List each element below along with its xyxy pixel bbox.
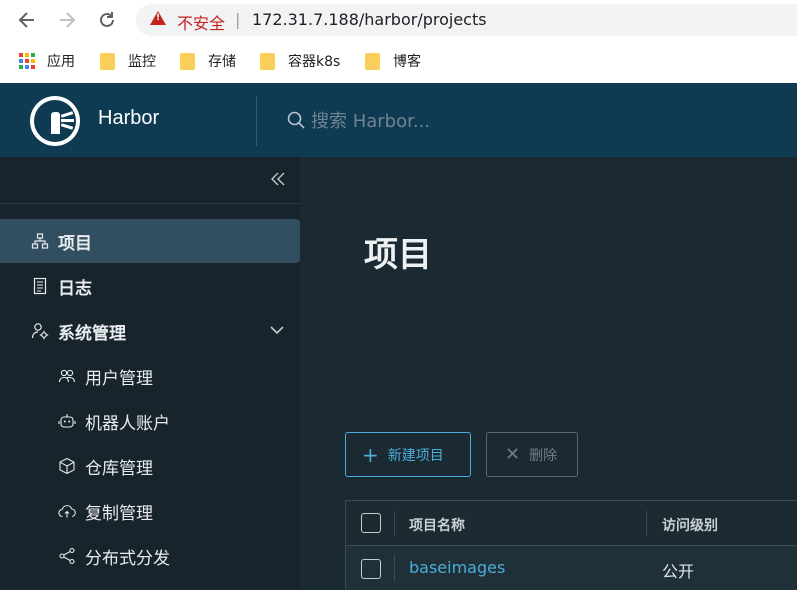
sidebar-item-label: 机器人账户: [85, 413, 170, 434]
folder-icon: [365, 52, 380, 70]
sidebar-item-label: 项目: [58, 233, 92, 254]
sidebar-item-label: 日志: [58, 278, 92, 299]
sidebar-item-replications[interactable]: 复制管理: [0, 489, 300, 533]
address-bar[interactable]: 不安全 | 172.31.7.188/harbor/projects: [136, 4, 797, 36]
admin-gear-icon: [31, 323, 49, 340]
delete-button[interactable]: ✕ 删除: [486, 432, 578, 477]
access-level-cell: 公开: [662, 562, 695, 581]
column-separator: [394, 554, 395, 582]
table-header: 项目名称 访问级别: [346, 501, 797, 546]
column-separator[interactable]: [646, 511, 647, 536]
sidebar: 项目 日志 系统管理 用户管理 机器人账户 仓库管理 复制管理 分布式分发: [0, 157, 300, 589]
warning-triangle-icon: [150, 11, 166, 25]
sidebar-item-label: 仓库管理: [85, 458, 153, 479]
brand-name[interactable]: Harbor: [98, 107, 159, 130]
bookmarks-bar: 应用 监控 存储 容器k8s 博客: [0, 44, 797, 78]
row-checkbox[interactable]: [361, 559, 381, 579]
folder-icon: [180, 52, 195, 70]
column-separator: [394, 511, 395, 536]
sidebar-item-logs[interactable]: 日志: [0, 264, 300, 308]
sidebar-item-administration[interactable]: 系统管理: [0, 309, 300, 353]
sidebar-divider: [0, 203, 300, 204]
sidebar-item-label: 复制管理: [85, 503, 153, 524]
folder-icon: [100, 52, 115, 70]
apps-grid-icon: [19, 53, 35, 69]
security-status[interactable]: 不安全: [177, 10, 225, 34]
sidebar-item-robot-accounts[interactable]: 机器人账户: [0, 399, 300, 443]
app-header: Harbor: [0, 83, 797, 157]
new-project-label: 新建项目: [387, 447, 444, 464]
sidebar-item-users[interactable]: 用户管理: [0, 354, 300, 398]
select-all-checkbox[interactable]: [361, 513, 381, 533]
column-header-access-level[interactable]: 访问级别: [662, 515, 718, 535]
sidebar-item-label: 系统管理: [58, 323, 126, 344]
delete-label: 删除: [529, 447, 558, 464]
column-header-project-name[interactable]: 项目名称: [409, 515, 465, 535]
bookmark-folder-storage[interactable]: 存储: [180, 50, 236, 72]
folder-icon: [260, 52, 275, 70]
new-project-button[interactable]: + 新建项目: [345, 432, 471, 477]
bookmark-folder-monitor[interactable]: 监控: [100, 50, 156, 72]
plus-icon: +: [362, 442, 379, 467]
share-icon: [59, 547, 75, 565]
close-icon: ✕: [505, 443, 521, 465]
reload-icon[interactable]: [93, 6, 121, 34]
bookmark-label: 博客: [393, 54, 421, 70]
double-chevron-left-icon[interactable]: [266, 167, 290, 191]
global-search-input[interactable]: [311, 107, 611, 135]
bookmark-label: 容器k8s: [288, 54, 341, 70]
bookmark-folder-k8s[interactable]: 容器k8s: [260, 50, 340, 72]
sidebar-item-label: 用户管理: [85, 368, 153, 389]
project-name-link[interactable]: baseimages: [409, 558, 505, 577]
sidebar-item-distributions[interactable]: 分布式分发: [0, 534, 300, 578]
table-row: baseimages 公开: [346, 546, 797, 590]
forward-arrow-icon[interactable]: [53, 6, 81, 34]
users-icon: [58, 369, 76, 383]
bookmark-label: 存储: [208, 54, 236, 70]
bookmark-folder-blog[interactable]: 博客: [365, 50, 421, 72]
address-separator: |: [235, 10, 241, 29]
sidebar-item-registries[interactable]: 仓库管理: [0, 444, 300, 488]
search-icon: [287, 111, 305, 129]
browser-chrome: 不安全 | 172.31.7.188/harbor/projects 应用 监控…: [0, 0, 797, 83]
bookmark-apps[interactable]: 应用: [19, 50, 75, 72]
sidebar-item-projects[interactable]: 项目: [0, 219, 300, 263]
url-text[interactable]: 172.31.7.188/harbor/projects: [252, 10, 487, 29]
cloud-sync-icon: [58, 505, 76, 518]
bookmark-label: 应用: [47, 54, 75, 70]
sidebar-item-label: 分布式分发: [85, 548, 170, 569]
log-icon: [33, 277, 47, 295]
bookmark-label: 监控: [128, 54, 156, 70]
page-title: 项目: [364, 235, 432, 275]
projects-table: 项目名称 访问级别 baseimages 公开: [345, 500, 797, 590]
project-tree-icon: [31, 233, 49, 249]
harbor-logo[interactable]: [30, 96, 80, 146]
chevron-down-icon[interactable]: [268, 321, 286, 339]
back-arrow-icon[interactable]: [13, 6, 41, 34]
robot-icon: [58, 414, 76, 428]
cube-icon: [59, 457, 75, 475]
header-divider: [256, 96, 257, 146]
main-content: 项目 + 新建项目 ✕ 删除 项目名称 访问级别 baseimages 公开: [300, 157, 797, 590]
